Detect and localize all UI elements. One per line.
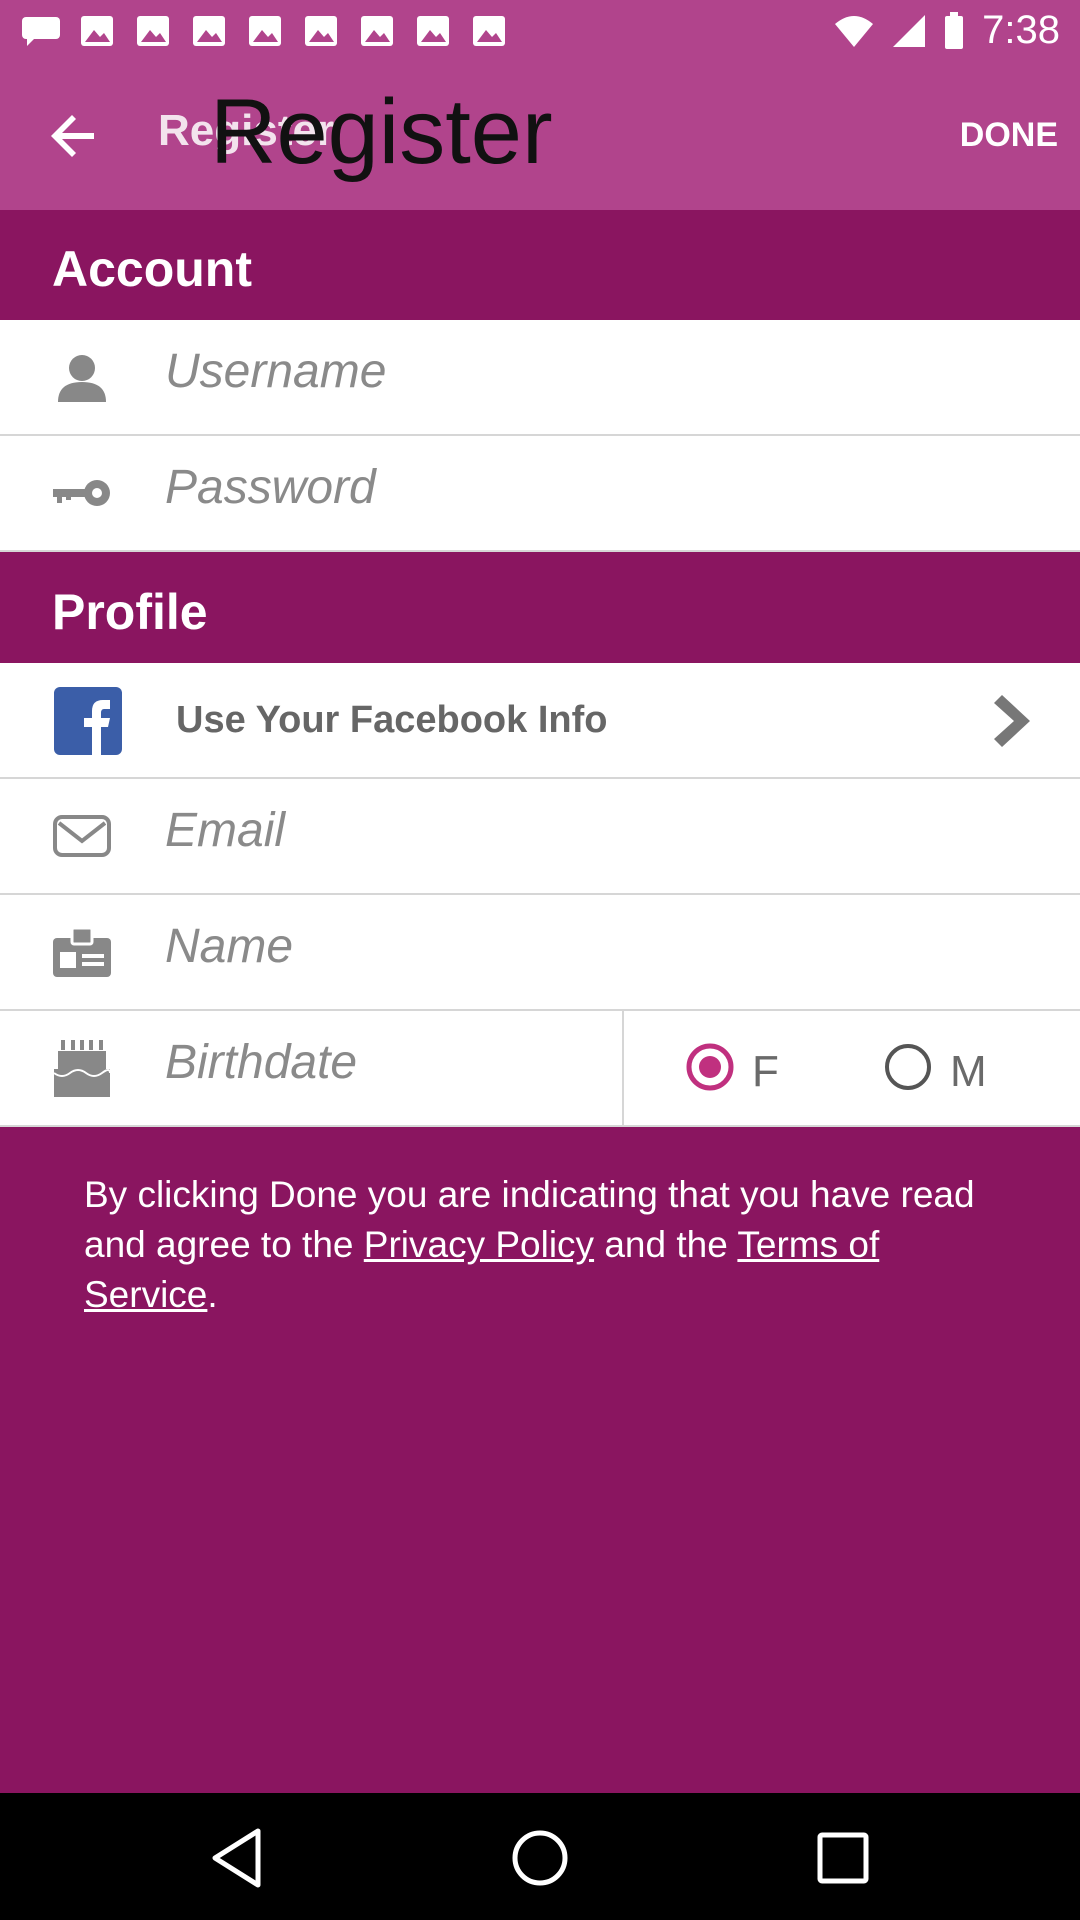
image-icon xyxy=(76,14,118,48)
image-icon xyxy=(300,14,342,48)
username-row[interactable]: Username xyxy=(0,320,1080,436)
terms-middle: and the xyxy=(594,1224,738,1265)
page-title: Register xyxy=(210,81,553,183)
done-button[interactable]: DONE xyxy=(960,116,1058,155)
status-right: 7:38 xyxy=(834,8,1060,53)
image-icon xyxy=(188,14,230,48)
status-bar: 7:38 xyxy=(0,0,1080,64)
profile-heading: Profile xyxy=(52,584,208,640)
facebook-info-row[interactable]: Use Your Facebook Info xyxy=(0,663,1080,779)
name-field[interactable]: Name xyxy=(165,919,293,974)
birthday-cake-icon xyxy=(50,1040,114,1097)
radio-female[interactable] xyxy=(686,1043,734,1091)
navigation-bar xyxy=(0,1793,1080,1920)
name-row[interactable]: Name xyxy=(0,895,1080,1011)
signal-icon xyxy=(893,14,926,47)
image-icon xyxy=(468,14,510,48)
account-section-header: Account xyxy=(0,210,1080,320)
birthdate-field[interactable]: Birthdate xyxy=(165,1035,357,1090)
terms-suffix: . xyxy=(207,1274,218,1315)
password-row[interactable]: Password xyxy=(0,436,1080,552)
image-icon xyxy=(412,14,454,48)
image-icon xyxy=(132,14,174,48)
username-field[interactable]: Username xyxy=(165,344,386,399)
password-field[interactable]: Password xyxy=(165,460,376,515)
facebook-info-label: Use Your Facebook Info xyxy=(176,699,608,741)
female-label: F xyxy=(752,1047,779,1096)
email-row[interactable]: Email xyxy=(0,779,1080,895)
envelope-icon xyxy=(50,809,114,863)
back-arrow-icon[interactable] xyxy=(46,108,102,164)
image-icon xyxy=(356,14,398,48)
profile-section-header: Profile xyxy=(0,553,1080,663)
back-nav-icon[interactable] xyxy=(203,1823,273,1893)
key-icon xyxy=(50,466,114,520)
facebook-icon xyxy=(54,687,122,755)
status-time: 7:38 xyxy=(982,8,1060,52)
privacy-policy-link[interactable]: Privacy Policy xyxy=(364,1224,594,1265)
battery-icon xyxy=(945,11,964,49)
male-label: M xyxy=(950,1047,987,1096)
id-badge-icon xyxy=(50,925,114,979)
notification-icons xyxy=(20,14,510,48)
divider xyxy=(622,1011,624,1125)
chevron-right-icon xyxy=(994,695,1030,747)
image-icon xyxy=(244,14,286,48)
birthdate-gender-row: Birthdate F M xyxy=(0,1011,1080,1127)
recents-nav-icon[interactable] xyxy=(808,1823,878,1893)
account-heading: Account xyxy=(52,241,252,297)
user-icon xyxy=(50,350,114,404)
wifi-icon xyxy=(835,15,874,47)
terms-text: By clicking Done you are indicating that… xyxy=(84,1170,1014,1320)
email-field[interactable]: Email xyxy=(165,803,285,858)
home-nav-icon[interactable] xyxy=(505,1823,575,1893)
radio-male[interactable] xyxy=(884,1043,932,1091)
message-icon xyxy=(20,14,62,48)
app-toolbar: Register Register DONE xyxy=(0,64,1080,210)
